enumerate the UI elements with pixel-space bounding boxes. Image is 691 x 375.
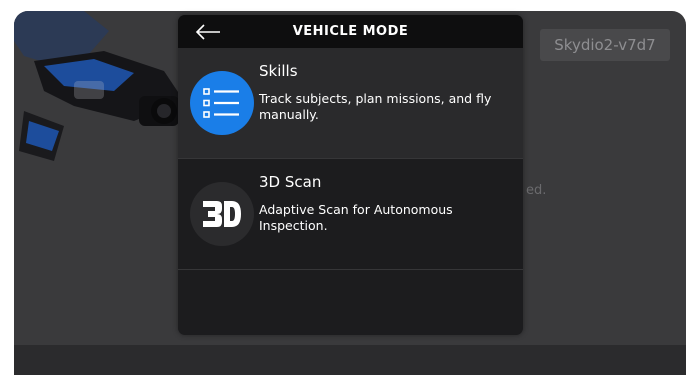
mode-name: 3D Scan [259,173,322,191]
mode-item-3d-scan[interactable]: 3D Scan Adaptive Scan for Autonomous Ins… [178,159,523,270]
mode-description: Track subjects, plan missions, and fly m… [259,91,492,122]
bottom-bar [14,345,686,375]
3d-scan-icon [203,201,241,227]
dialog-title: VEHICLE MODE [292,24,409,39]
mode-item-skills[interactable]: Skills Track subjects, plan missions, an… [178,48,523,159]
back-arrow-icon [195,24,220,40]
3d-scan-mode-icon [190,182,254,246]
back-button[interactable] [194,19,222,45]
skills-mode-icon [190,71,254,135]
mode-description: Adaptive Scan for Autonomous Inspection. [259,202,453,233]
list-icon [203,88,239,118]
vehicle-mode-dialog: VEHICLE MODE Skills Track subjects, plan… [178,15,523,335]
device-name-badge: Skydio2-v7d7 [540,29,670,61]
dialog-header: VEHICLE MODE [178,15,523,48]
background-text: ed. [526,183,547,198]
mode-name: Skills [259,62,298,80]
